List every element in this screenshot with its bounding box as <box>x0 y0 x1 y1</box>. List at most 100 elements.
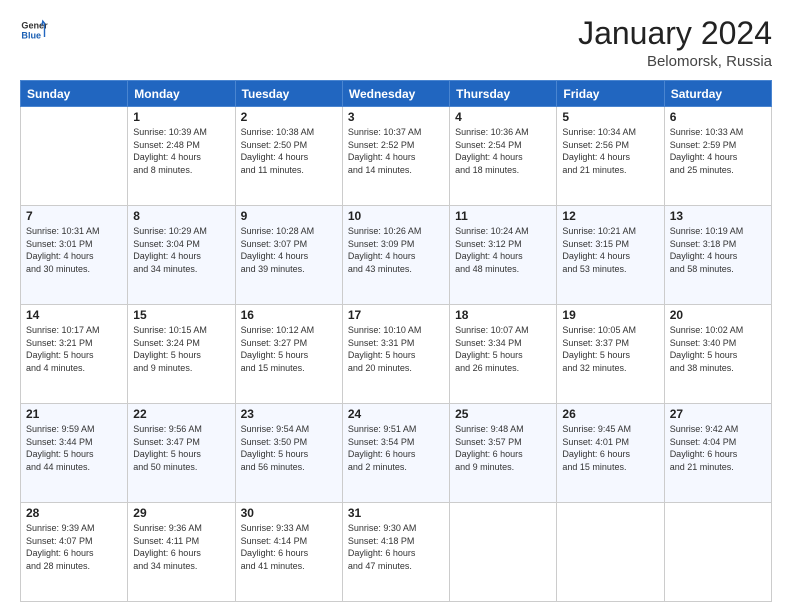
day-number: 29 <box>133 506 229 520</box>
calendar-cell: 30 Sunrise: 9:33 AM Sunset: 4:14 PM Dayli… <box>235 503 342 602</box>
day-number: 8 <box>133 209 229 223</box>
day-number: 25 <box>455 407 551 421</box>
day-info: Sunrise: 10:33 AM Sunset: 2:59 PM Daylig… <box>670 126 766 176</box>
calendar-cell: 26 Sunrise: 9:45 AM Sunset: 4:01 PM Dayli… <box>557 404 664 503</box>
day-info: Sunrise: 10:28 AM Sunset: 3:07 PM Daylig… <box>241 225 337 275</box>
calendar-week-row: 1 Sunrise: 10:39 AM Sunset: 2:48 PM Dayli… <box>21 107 772 206</box>
calendar-cell: 13 Sunrise: 10:19 AM Sunset: 3:18 PM Dayl… <box>664 206 771 305</box>
calendar-header-row: Sunday Monday Tuesday Wednesday Thursday… <box>21 81 772 107</box>
day-info: Sunrise: 9:48 AM Sunset: 3:57 PM Dayligh… <box>455 423 551 473</box>
calendar-cell: 6Sunrise: 10:33 AM Sunset: 2:59 PM Dayli… <box>664 107 771 206</box>
day-number: 24 <box>348 407 444 421</box>
calendar-cell: 9 Sunrise: 10:28 AM Sunset: 3:07 PM Dayli… <box>235 206 342 305</box>
day-info: Sunrise: 10:17 AM Sunset: 3:21 PM Daylig… <box>26 324 122 374</box>
day-number: 18 <box>455 308 551 322</box>
day-number: 1 <box>133 110 229 124</box>
day-number: 30 <box>241 506 337 520</box>
calendar-cell: 20 Sunrise: 10:02 AM Sunset: 3:40 PM Dayl… <box>664 305 771 404</box>
day-info: Sunrise: 9:45 AM Sunset: 4:01 PM Dayligh… <box>562 423 658 473</box>
calendar-week-row: 21 Sunrise: 9:59 AM Sunset: 3:44 PM Dayli… <box>21 404 772 503</box>
calendar-cell: 24 Sunrise: 9:51 AM Sunset: 3:54 PM Dayli… <box>342 404 449 503</box>
day-info: Sunrise: 9:33 AM Sunset: 4:14 PM Dayligh… <box>241 522 337 572</box>
day-number: 15 <box>133 308 229 322</box>
calendar-cell <box>557 503 664 602</box>
day-info: Sunrise: 10:24 AM Sunset: 3:12 PM Daylig… <box>455 225 551 275</box>
calendar-cell <box>21 107 128 206</box>
calendar-cell: 27 Sunrise: 9:42 AM Sunset: 4:04 PM Dayli… <box>664 404 771 503</box>
day-info: Sunrise: 10:29 AM Sunset: 3:04 PM Daylig… <box>133 225 229 275</box>
calendar-cell: 3 Sunrise: 10:37 AM Sunset: 2:52 PM Dayli… <box>342 107 449 206</box>
calendar-cell: 5Sunrise: 10:34 AM Sunset: 2:56 PM Dayli… <box>557 107 664 206</box>
day-number: 19 <box>562 308 658 322</box>
day-number: 21 <box>26 407 122 421</box>
day-info: Sunrise: 10:34 AM Sunset: 2:56 PM Daylig… <box>562 126 658 176</box>
day-number: 11 <box>455 209 551 223</box>
day-info: Sunrise: 10:02 AM Sunset: 3:40 PM Daylig… <box>670 324 766 374</box>
location-subtitle: Belomorsk, Russia <box>578 53 772 70</box>
day-number: 16 <box>241 308 337 322</box>
col-tuesday: Tuesday <box>235 81 342 107</box>
calendar-cell: 1 Sunrise: 10:39 AM Sunset: 2:48 PM Dayli… <box>128 107 235 206</box>
month-year-title: January 2024 <box>578 16 772 51</box>
calendar-cell: 23Sunrise: 9:54 AM Sunset: 3:50 PM Dayli… <box>235 404 342 503</box>
day-info: Sunrise: 9:56 AM Sunset: 3:47 PM Dayligh… <box>133 423 229 473</box>
col-wednesday: Wednesday <box>342 81 449 107</box>
calendar-cell: 21 Sunrise: 9:59 AM Sunset: 3:44 PM Dayli… <box>21 404 128 503</box>
header: General Blue January 2024 Belomorsk, Rus… <box>20 16 772 70</box>
calendar-cell: 4Sunrise: 10:36 AM Sunset: 2:54 PM Dayli… <box>450 107 557 206</box>
day-info: Sunrise: 9:42 AM Sunset: 4:04 PM Dayligh… <box>670 423 766 473</box>
calendar-week-row: 14 Sunrise: 10:17 AM Sunset: 3:21 PM Dayl… <box>21 305 772 404</box>
calendar-cell: 15Sunrise: 10:15 AM Sunset: 3:24 PM Dayl… <box>128 305 235 404</box>
day-info: Sunrise: 9:39 AM Sunset: 4:07 PM Dayligh… <box>26 522 122 572</box>
logo: General Blue <box>20 16 48 44</box>
calendar-cell: 16 Sunrise: 10:12 AM Sunset: 3:27 PM Dayl… <box>235 305 342 404</box>
day-number: 27 <box>670 407 766 421</box>
day-number: 26 <box>562 407 658 421</box>
day-info: Sunrise: 10:31 AM Sunset: 3:01 PM Daylig… <box>26 225 122 275</box>
day-number: 28 <box>26 506 122 520</box>
day-number: 7 <box>26 209 122 223</box>
day-info: Sunrise: 10:39 AM Sunset: 2:48 PM Daylig… <box>133 126 229 176</box>
day-number: 22 <box>133 407 229 421</box>
calendar-cell <box>664 503 771 602</box>
calendar-cell: 25 Sunrise: 9:48 AM Sunset: 3:57 PM Dayli… <box>450 404 557 503</box>
calendar-table: Sunday Monday Tuesday Wednesday Thursday… <box>20 80 772 602</box>
calendar-week-row: 7 Sunrise: 10:31 AM Sunset: 3:01 PM Dayli… <box>21 206 772 305</box>
calendar-cell: 19 Sunrise: 10:05 AM Sunset: 3:37 PM Dayl… <box>557 305 664 404</box>
day-info: Sunrise: 10:12 AM Sunset: 3:27 PM Daylig… <box>241 324 337 374</box>
day-number: 3 <box>348 110 444 124</box>
day-info: Sunrise: 10:19 AM Sunset: 3:18 PM Daylig… <box>670 225 766 275</box>
day-info: Sunrise: 10:10 AM Sunset: 3:31 PM Daylig… <box>348 324 444 374</box>
day-number: 13 <box>670 209 766 223</box>
calendar-cell: 10 Sunrise: 10:26 AM Sunset: 3:09 PM Dayl… <box>342 206 449 305</box>
day-number: 20 <box>670 308 766 322</box>
calendar-cell: 14 Sunrise: 10:17 AM Sunset: 3:21 PM Dayl… <box>21 305 128 404</box>
calendar-cell: 28 Sunrise: 9:39 AM Sunset: 4:07 PM Dayli… <box>21 503 128 602</box>
col-friday: Friday <box>557 81 664 107</box>
day-info: Sunrise: 10:26 AM Sunset: 3:09 PM Daylig… <box>348 225 444 275</box>
col-thursday: Thursday <box>450 81 557 107</box>
day-info: Sunrise: 9:59 AM Sunset: 3:44 PM Dayligh… <box>26 423 122 473</box>
day-info: Sunrise: 10:37 AM Sunset: 2:52 PM Daylig… <box>348 126 444 176</box>
col-monday: Monday <box>128 81 235 107</box>
day-info: Sunrise: 9:51 AM Sunset: 3:54 PM Dayligh… <box>348 423 444 473</box>
calendar-cell: 7 Sunrise: 10:31 AM Sunset: 3:01 PM Dayli… <box>21 206 128 305</box>
day-number: 12 <box>562 209 658 223</box>
day-info: Sunrise: 10:36 AM Sunset: 2:54 PM Daylig… <box>455 126 551 176</box>
day-number: 17 <box>348 308 444 322</box>
calendar-cell <box>450 503 557 602</box>
day-info: Sunrise: 9:30 AM Sunset: 4:18 PM Dayligh… <box>348 522 444 572</box>
calendar-cell: 17 Sunrise: 10:10 AM Sunset: 3:31 PM Dayl… <box>342 305 449 404</box>
day-number: 9 <box>241 209 337 223</box>
logo-icon: General Blue <box>20 16 48 44</box>
col-saturday: Saturday <box>664 81 771 107</box>
day-info: Sunrise: 10:05 AM Sunset: 3:37 PM Daylig… <box>562 324 658 374</box>
calendar-cell: 11 Sunrise: 10:24 AM Sunset: 3:12 PM Dayl… <box>450 206 557 305</box>
page: General Blue January 2024 Belomorsk, Rus… <box>0 0 792 612</box>
day-number: 2 <box>241 110 337 124</box>
day-info: Sunrise: 9:36 AM Sunset: 4:11 PM Dayligh… <box>133 522 229 572</box>
day-number: 10 <box>348 209 444 223</box>
day-number: 14 <box>26 308 122 322</box>
calendar-cell: 22 Sunrise: 9:56 AM Sunset: 3:47 PM Dayli… <box>128 404 235 503</box>
calendar-cell: 2Sunrise: 10:38 AM Sunset: 2:50 PM Dayli… <box>235 107 342 206</box>
